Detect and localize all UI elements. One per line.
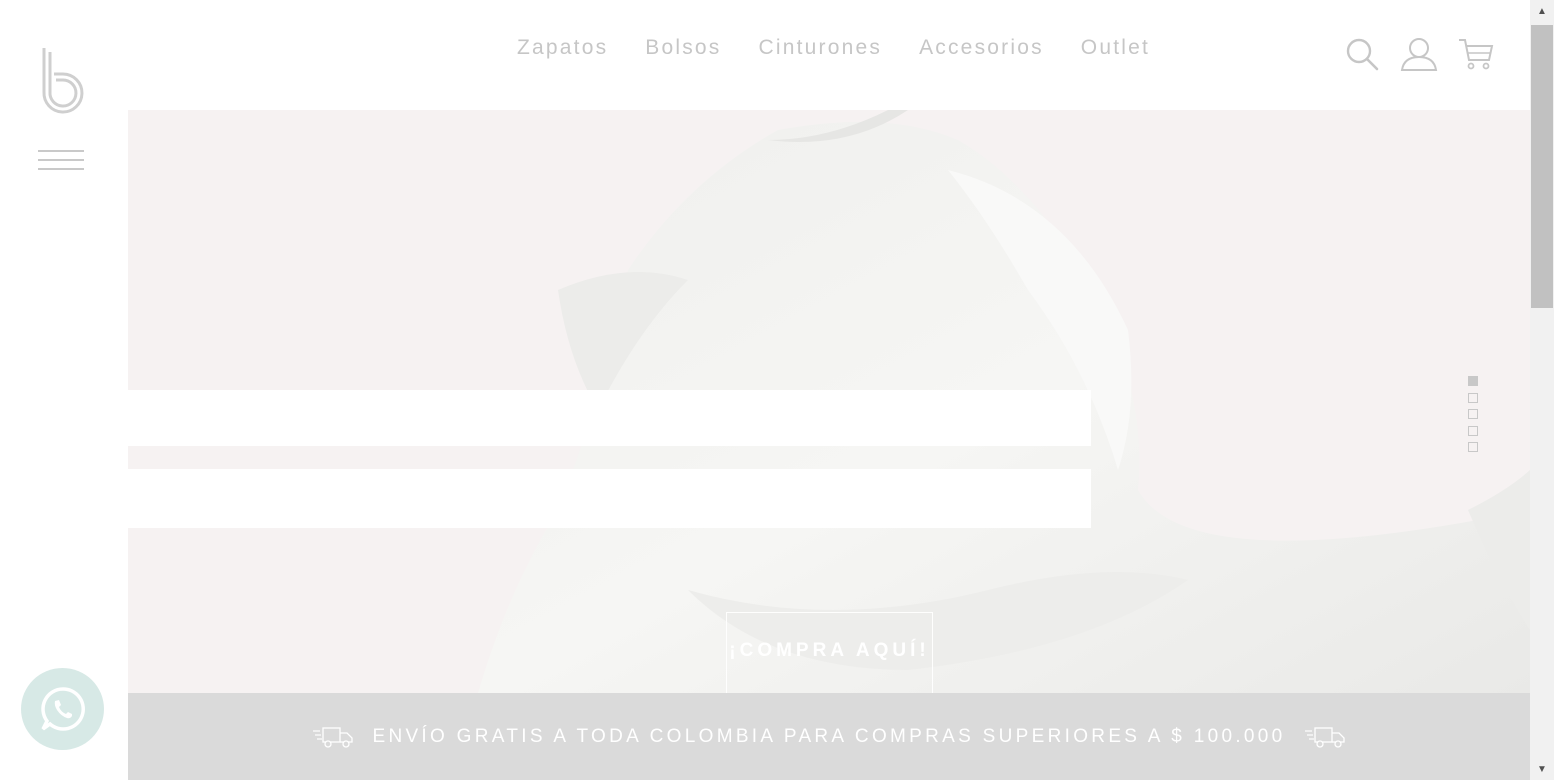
main-nav: Zapatos Bolsos Cinturones Accesorios Out… [517,36,1187,60]
brand-logo[interactable] [38,44,88,114]
scroll-up-arrow[interactable]: ▲ [1530,2,1554,20]
hero-subheadline-placeholder [128,469,1091,528]
hero-slider: ¡COMPRA AQUÍ! [128,110,1530,693]
scrollbar-thumb[interactable] [1531,25,1553,308]
shop-now-button[interactable]: ¡COMPRA AQUÍ! [726,612,933,693]
sidebar [0,0,128,780]
nav-item-bolsos[interactable]: Bolsos [645,36,721,60]
slide-dot-5[interactable] [1468,442,1478,452]
slide-dot-1[interactable] [1468,376,1478,386]
free-shipping-banner: ENVÍO GRATIS A TODA COLOMBIA PARA COMPRA… [128,693,1530,780]
nav-item-outlet[interactable]: Outlet [1081,36,1150,60]
nav-item-zapatos[interactable]: Zapatos [517,36,608,60]
cart-icon[interactable] [1456,34,1496,74]
nav-item-cinturones[interactable]: Cinturones [759,36,883,60]
scroll-down-arrow[interactable]: ▼ [1530,760,1554,778]
truck-icon [313,726,354,748]
page-scrollbar[interactable]: ▲ ▼ [1530,0,1554,780]
nav-item-accesorios[interactable]: Accesorios [919,36,1044,60]
hero-headline-placeholder [128,390,1091,446]
slider-pagination [1468,376,1478,459]
whatsapp-icon [40,687,85,731]
slide-dot-4[interactable] [1468,425,1478,436]
menu-toggle-button[interactable] [38,148,84,172]
user-icon[interactable] [1399,34,1439,74]
truck-icon [1304,726,1345,748]
free-shipping-text: ENVÍO GRATIS A TODA COLOMBIA PARA COMPRA… [372,725,1286,747]
slide-dot-3[interactable] [1468,409,1478,419]
slide-dot-2[interactable] [1468,392,1478,403]
search-icon[interactable] [1342,34,1382,74]
top-header: Zapatos Bolsos Cinturones Accesorios Out… [128,0,1530,110]
whatsapp-button[interactable] [21,668,104,750]
header-actions [1325,34,1496,74]
